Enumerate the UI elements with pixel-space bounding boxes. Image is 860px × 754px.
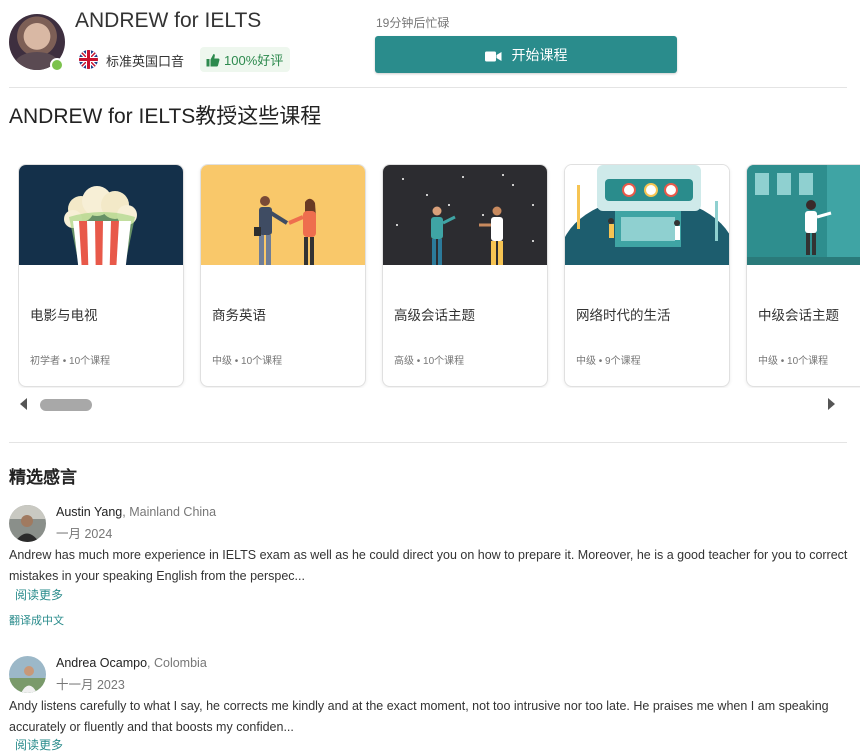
course-meta: 高级 • 10个课程 [394, 356, 465, 367]
course-card-advanced-conversation[interactable]: 高级会话主题 高级 • 10个课程 [382, 164, 548, 387]
uk-flag-icon [79, 50, 98, 69]
section-divider [9, 442, 847, 443]
carousel-scrollbar-thumb[interactable] [40, 399, 92, 411]
review-text: Andy listens carefully to what I say, he… [9, 699, 829, 734]
course-meta: 初学者 • 10个课程 [30, 356, 111, 367]
reviewer-name: Andrea Ocampo, Colombia [56, 656, 207, 670]
reviewer-country: , Mainland China [122, 505, 217, 519]
course-title: 商务英语 [212, 308, 266, 323]
tutor-header: ANDREW for IELTS 标准英国口音 100%好评 19分钟后忙碌 开… [0, 0, 860, 88]
reviews-section-title: 精选感言 [9, 468, 77, 487]
start-lesson-label: 开始课程 [511, 46, 568, 63]
start-lesson-button[interactable]: 开始课程 [375, 36, 677, 73]
rating-text: 100%好评 [224, 53, 284, 68]
thumbs-up-icon [206, 53, 220, 67]
review-date: 一月 2024 [56, 527, 113, 541]
tech-city-illustration [565, 165, 729, 265]
reviewer-country: , Colombia [147, 656, 207, 670]
header-divider [9, 87, 847, 88]
read-more-link[interactable]: 阅读更多 [15, 586, 63, 603]
conversation-illustration [383, 165, 547, 265]
review-date: 十一月 2023 [56, 678, 125, 692]
accent-label: 标准英国口音 [106, 54, 185, 69]
reviewer-avatar [9, 505, 46, 542]
course-card-business-english[interactable]: 商务英语 中级 • 10个课程 [200, 164, 366, 387]
reviewer-name: Austin Yang, Mainland China [56, 505, 216, 519]
video-camera-icon [484, 49, 502, 62]
reviewer-avatar [9, 656, 46, 693]
course-title: 高级会话主题 [394, 308, 475, 323]
busy-status: 19分钟后忙碌 [376, 16, 450, 30]
courses-section-title: ANDREW for IELTS教授这些课程 [9, 105, 322, 128]
course-title: 网络时代的生活 [576, 308, 671, 323]
rating-badge: 100%好评 [200, 47, 291, 72]
handshake-illustration [201, 165, 365, 265]
tutor-name: ANDREW for IELTS [75, 9, 262, 32]
course-title: 中级会话主题 [758, 308, 839, 323]
course-meta: 中级 • 10个课程 [212, 356, 283, 367]
course-title: 电影与电视 [30, 308, 98, 323]
course-card-internet-life[interactable]: 网络时代的生活 中级 • 9个课程 [564, 164, 730, 387]
course-card-intermediate-conversation[interactable]: 中级会话主题 中级 • 10个课程 [746, 164, 860, 387]
course-meta: 中级 • 9个课程 [576, 356, 641, 367]
review-text: Andrew has much more experience in IELTS… [9, 548, 848, 583]
translate-link[interactable]: 翻译成中文 [9, 612, 64, 628]
read-more-link[interactable]: 阅读更多 [15, 736, 63, 753]
street-illustration [747, 165, 860, 265]
scroll-left-arrow-icon[interactable] [20, 398, 27, 410]
online-status-dot [50, 58, 64, 72]
course-card-movies[interactable]: 电影与电视 初学者 • 10个课程 [18, 164, 184, 387]
reviewer-name-text: Austin Yang [56, 505, 123, 519]
course-meta: 中级 • 10个课程 [758, 356, 829, 367]
course-carousel: 电影与电视 初学者 • 10个课程 商务英语 中级 • 10个课程 高级会话主题… [18, 164, 860, 388]
reviewer-name-text: Andrea Ocampo [56, 656, 148, 670]
scroll-right-arrow-icon[interactable] [828, 398, 835, 410]
popcorn-illustration [19, 165, 183, 265]
